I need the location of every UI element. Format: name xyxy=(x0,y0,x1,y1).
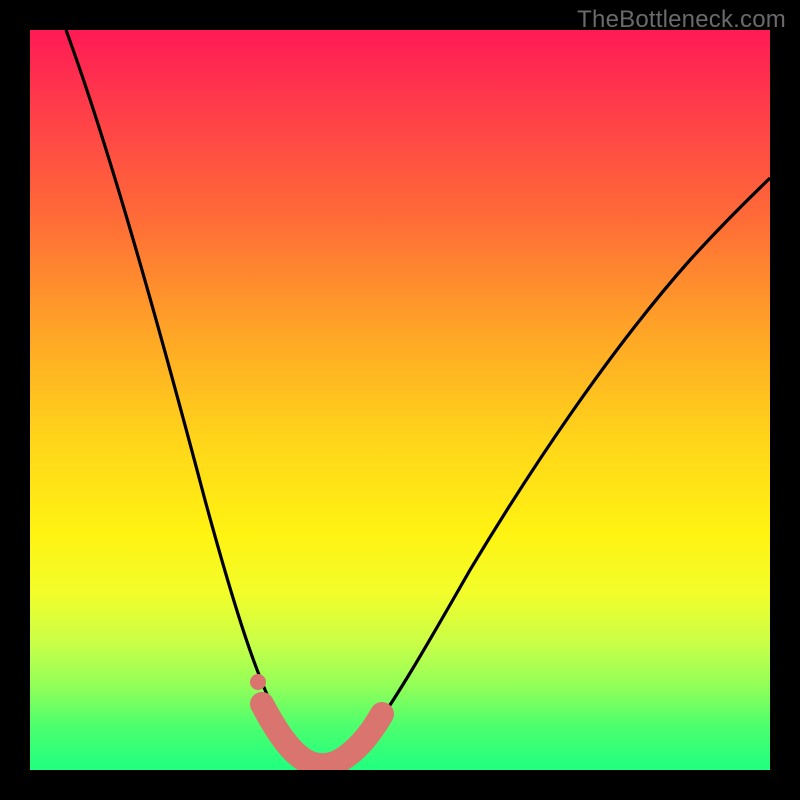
curve-svg xyxy=(30,30,770,770)
chart-frame: TheBottleneck.com xyxy=(0,0,800,800)
bottom-highlight xyxy=(262,704,382,765)
watermark-text: TheBottleneck.com xyxy=(577,6,786,34)
bottleneck-curve xyxy=(66,30,770,765)
highlight-dot-icon xyxy=(250,674,266,690)
plot-area xyxy=(30,30,770,770)
